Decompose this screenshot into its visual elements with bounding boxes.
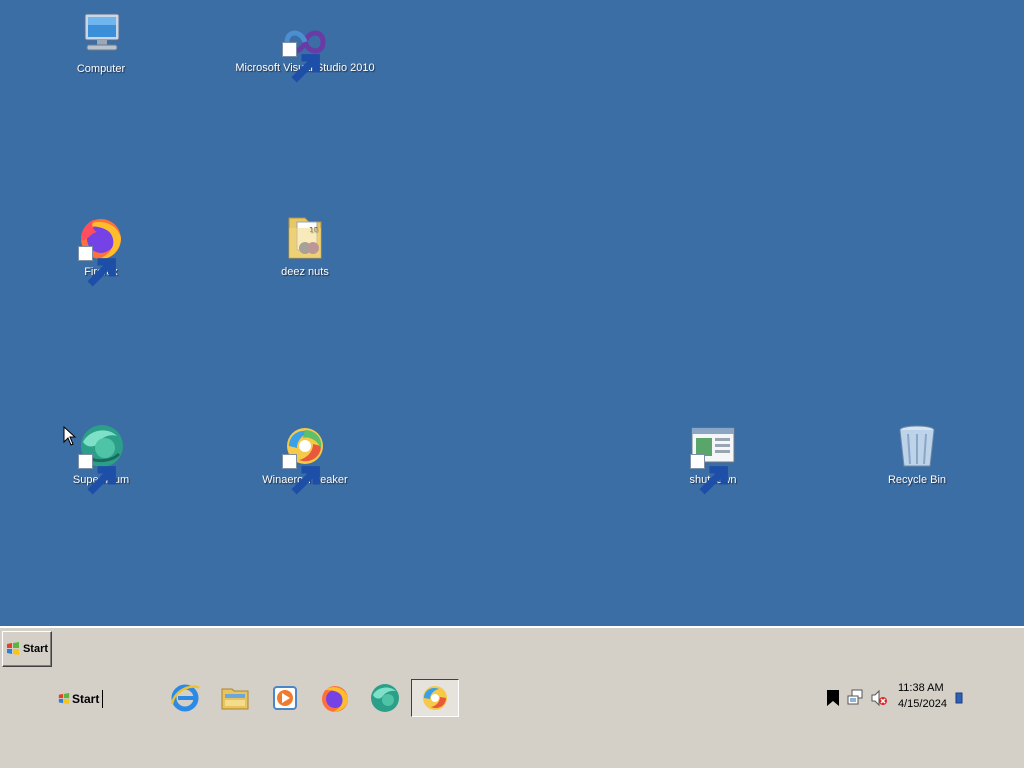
desktop-icon-deez-nuts[interactable]: 10 deez nuts [230, 214, 380, 279]
taskbar-item-media-player[interactable] [262, 679, 308, 717]
volume-muted-icon[interactable] [870, 689, 888, 707]
folder-icon: 10 [281, 214, 329, 262]
start-text-label: Start [72, 692, 100, 706]
desktop-icon-label: deez nuts [281, 266, 329, 278]
shutdown-shortcut-icon [689, 422, 737, 495]
winaero-tweaker-icon [423, 686, 447, 710]
taskbar: Start Start 11:38 AM 4/15/2024 [0, 626, 1024, 768]
clock-date[interactable]: 4/15/2024 [898, 698, 947, 710]
windows-flag-icon [6, 642, 19, 655]
show-desktop-icon[interactable] [955, 689, 963, 707]
windows-flag-icon [58, 693, 70, 705]
system-tray: 11:38 AM 4/15/2024 [822, 682, 972, 710]
shortcut-arrow-icon [282, 454, 320, 495]
shortcut-arrow-icon [78, 454, 116, 495]
desktop-icon-shutdown[interactable]: shutdown [638, 422, 788, 495]
start-button[interactable]: Start [2, 631, 52, 667]
taskbar-item-file-explorer[interactable] [212, 679, 258, 717]
taskbar-item-firefox[interactable] [312, 679, 358, 717]
network-icon[interactable] [847, 689, 865, 707]
taskbar-item-internet-explorer[interactable] [162, 679, 208, 717]
firefox-icon [322, 686, 348, 712]
clock-time[interactable]: 11:38 AM [898, 682, 944, 694]
mouse-cursor-icon [63, 425, 77, 446]
bookmark-icon[interactable] [824, 689, 842, 707]
visual-studio-icon [281, 18, 329, 83]
start-button-label: Start [22, 643, 49, 655]
media-player-icon [273, 686, 297, 710]
firefox-icon [77, 214, 125, 287]
taskbar-item-supermium[interactable] [362, 679, 408, 717]
computer-icon [77, 11, 125, 59]
desktop-icon-recycle-bin[interactable]: Recycle Bin [842, 422, 992, 487]
file-explorer-icon [221, 688, 249, 710]
start-text-field[interactable]: Start [58, 690, 104, 708]
shortcut-arrow-icon [690, 454, 728, 495]
desktop-icon-label: Recycle Bin [887, 474, 947, 486]
shortcut-arrow-icon [282, 42, 320, 83]
internet-explorer-icon [170, 684, 200, 712]
shortcut-arrow-icon [78, 246, 116, 287]
desktop-icon-winaero-tweaker[interactable]: Winaero Tweaker [230, 422, 380, 495]
taskbar-item-winaero-tweaker[interactable] [411, 679, 459, 717]
desktop-icon-firefox[interactable]: Firefox [26, 214, 176, 287]
winaero-tweaker-icon [281, 422, 329, 495]
desktop-icon-computer[interactable]: Computer [26, 11, 176, 76]
desktop[interactable]: Computer Microsoft Visual Studio 2010 Fi… [0, 0, 1024, 626]
desktop-icon-visual-studio[interactable]: Microsoft Visual Studio 2010 [230, 18, 380, 83]
recycle-bin-icon [893, 422, 941, 470]
desktop-icon-supermium[interactable]: Supermium [26, 422, 176, 495]
desktop-icon-label: Computer [76, 63, 126, 75]
supermium-icon [371, 684, 399, 712]
supermium-icon [77, 422, 125, 495]
